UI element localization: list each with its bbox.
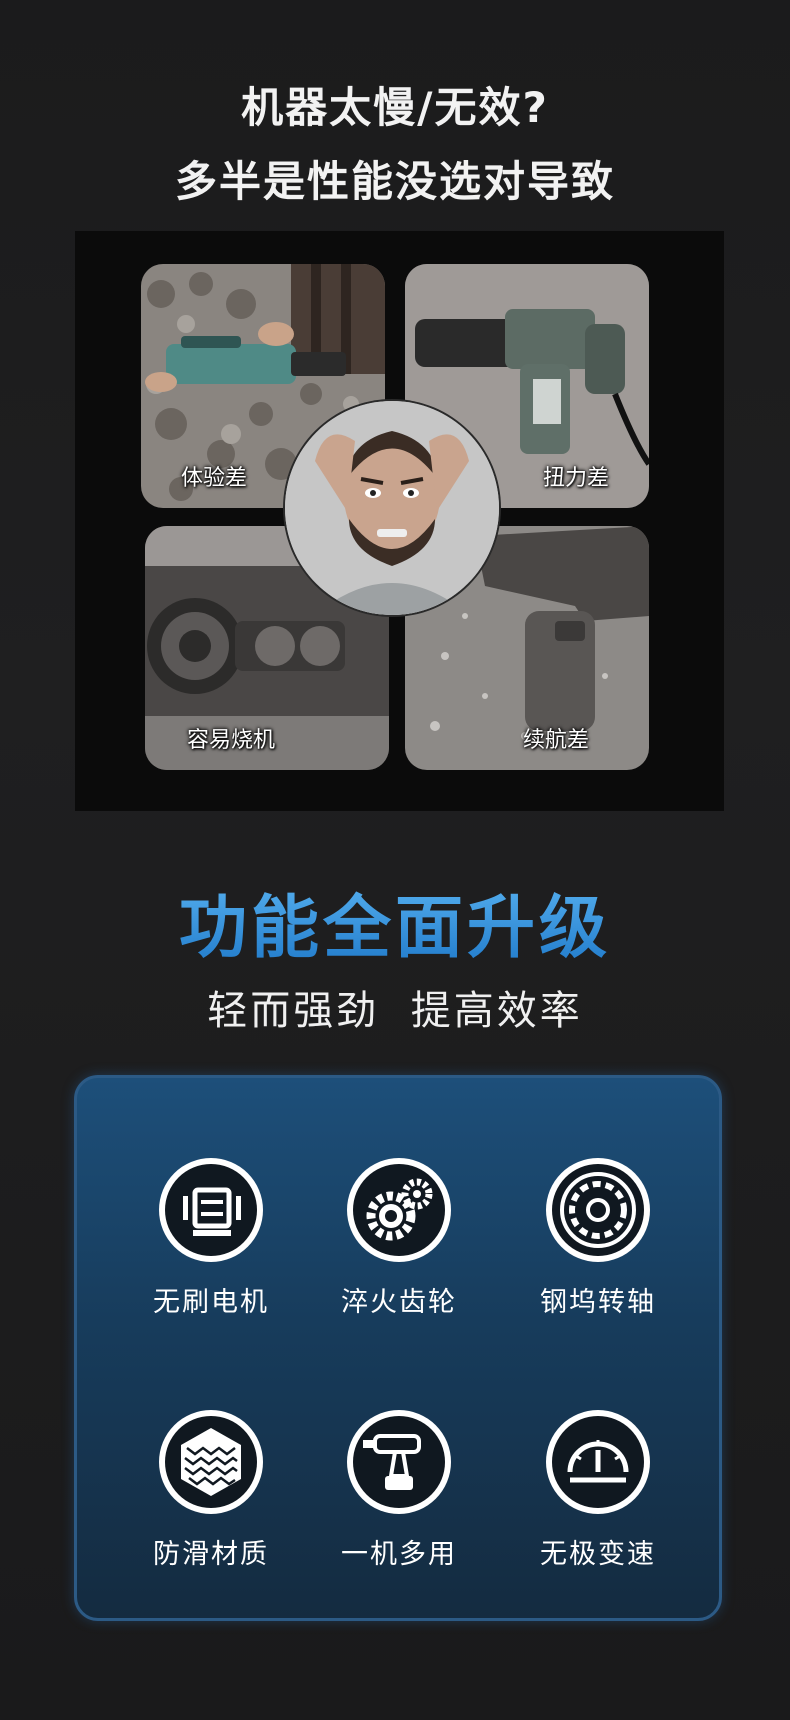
feature-label: 一机多用 <box>341 1539 457 1570</box>
feature-label: 防滑材质 <box>153 1539 269 1570</box>
feature-steel-shaft: 钢坞转轴 <box>498 1158 698 1319</box>
feature-label: 钢坞转轴 <box>540 1287 656 1318</box>
problem-collage: 体验差 扭力差 容易烧机 续航差 <box>75 231 724 811</box>
stressed-man-photo <box>285 401 499 615</box>
problem-label-burnout: 容易烧机 <box>187 728 276 753</box>
problem-label-torque: 扭力差 <box>543 466 610 491</box>
headline-line-1: 机器太慢/无效? <box>241 83 549 132</box>
gears-icon <box>347 1158 451 1262</box>
anti-slip-texture-icon <box>159 1410 263 1514</box>
bearing-icon <box>546 1158 650 1262</box>
feature-panel: 无刷电机 淬火齿轮 钢坞转轴 防滑材质 一机多用 无极变速 <box>74 1075 722 1621</box>
brushless-motor-icon <box>159 1158 263 1262</box>
speed-gauge-icon <box>546 1410 650 1514</box>
headline-line-2: 多半是性能没选对导致 <box>174 157 615 206</box>
feature-multi-use: 一机多用 <box>299 1410 499 1571</box>
feature-brushless-motor: 无刷电机 <box>111 1158 311 1319</box>
feature-quenched-gears: 淬火齿轮 <box>299 1158 499 1319</box>
feature-variable-speed: 无极变速 <box>498 1410 698 1571</box>
upgrade-subtitle: 轻而强劲 提高效率 <box>207 988 583 1034</box>
feature-label: 无刷电机 <box>153 1287 269 1318</box>
feature-label: 淬火齿轮 <box>341 1287 457 1318</box>
feature-anti-slip: 防滑材质 <box>111 1410 311 1571</box>
upgrade-title: 功能全面升级 <box>0 872 790 971</box>
problem-label-experience: 体验差 <box>181 466 248 491</box>
impact-drill-icon <box>347 1410 451 1514</box>
feature-label: 无极变速 <box>540 1539 656 1570</box>
problem-label-battery-life: 续航差 <box>523 728 590 753</box>
